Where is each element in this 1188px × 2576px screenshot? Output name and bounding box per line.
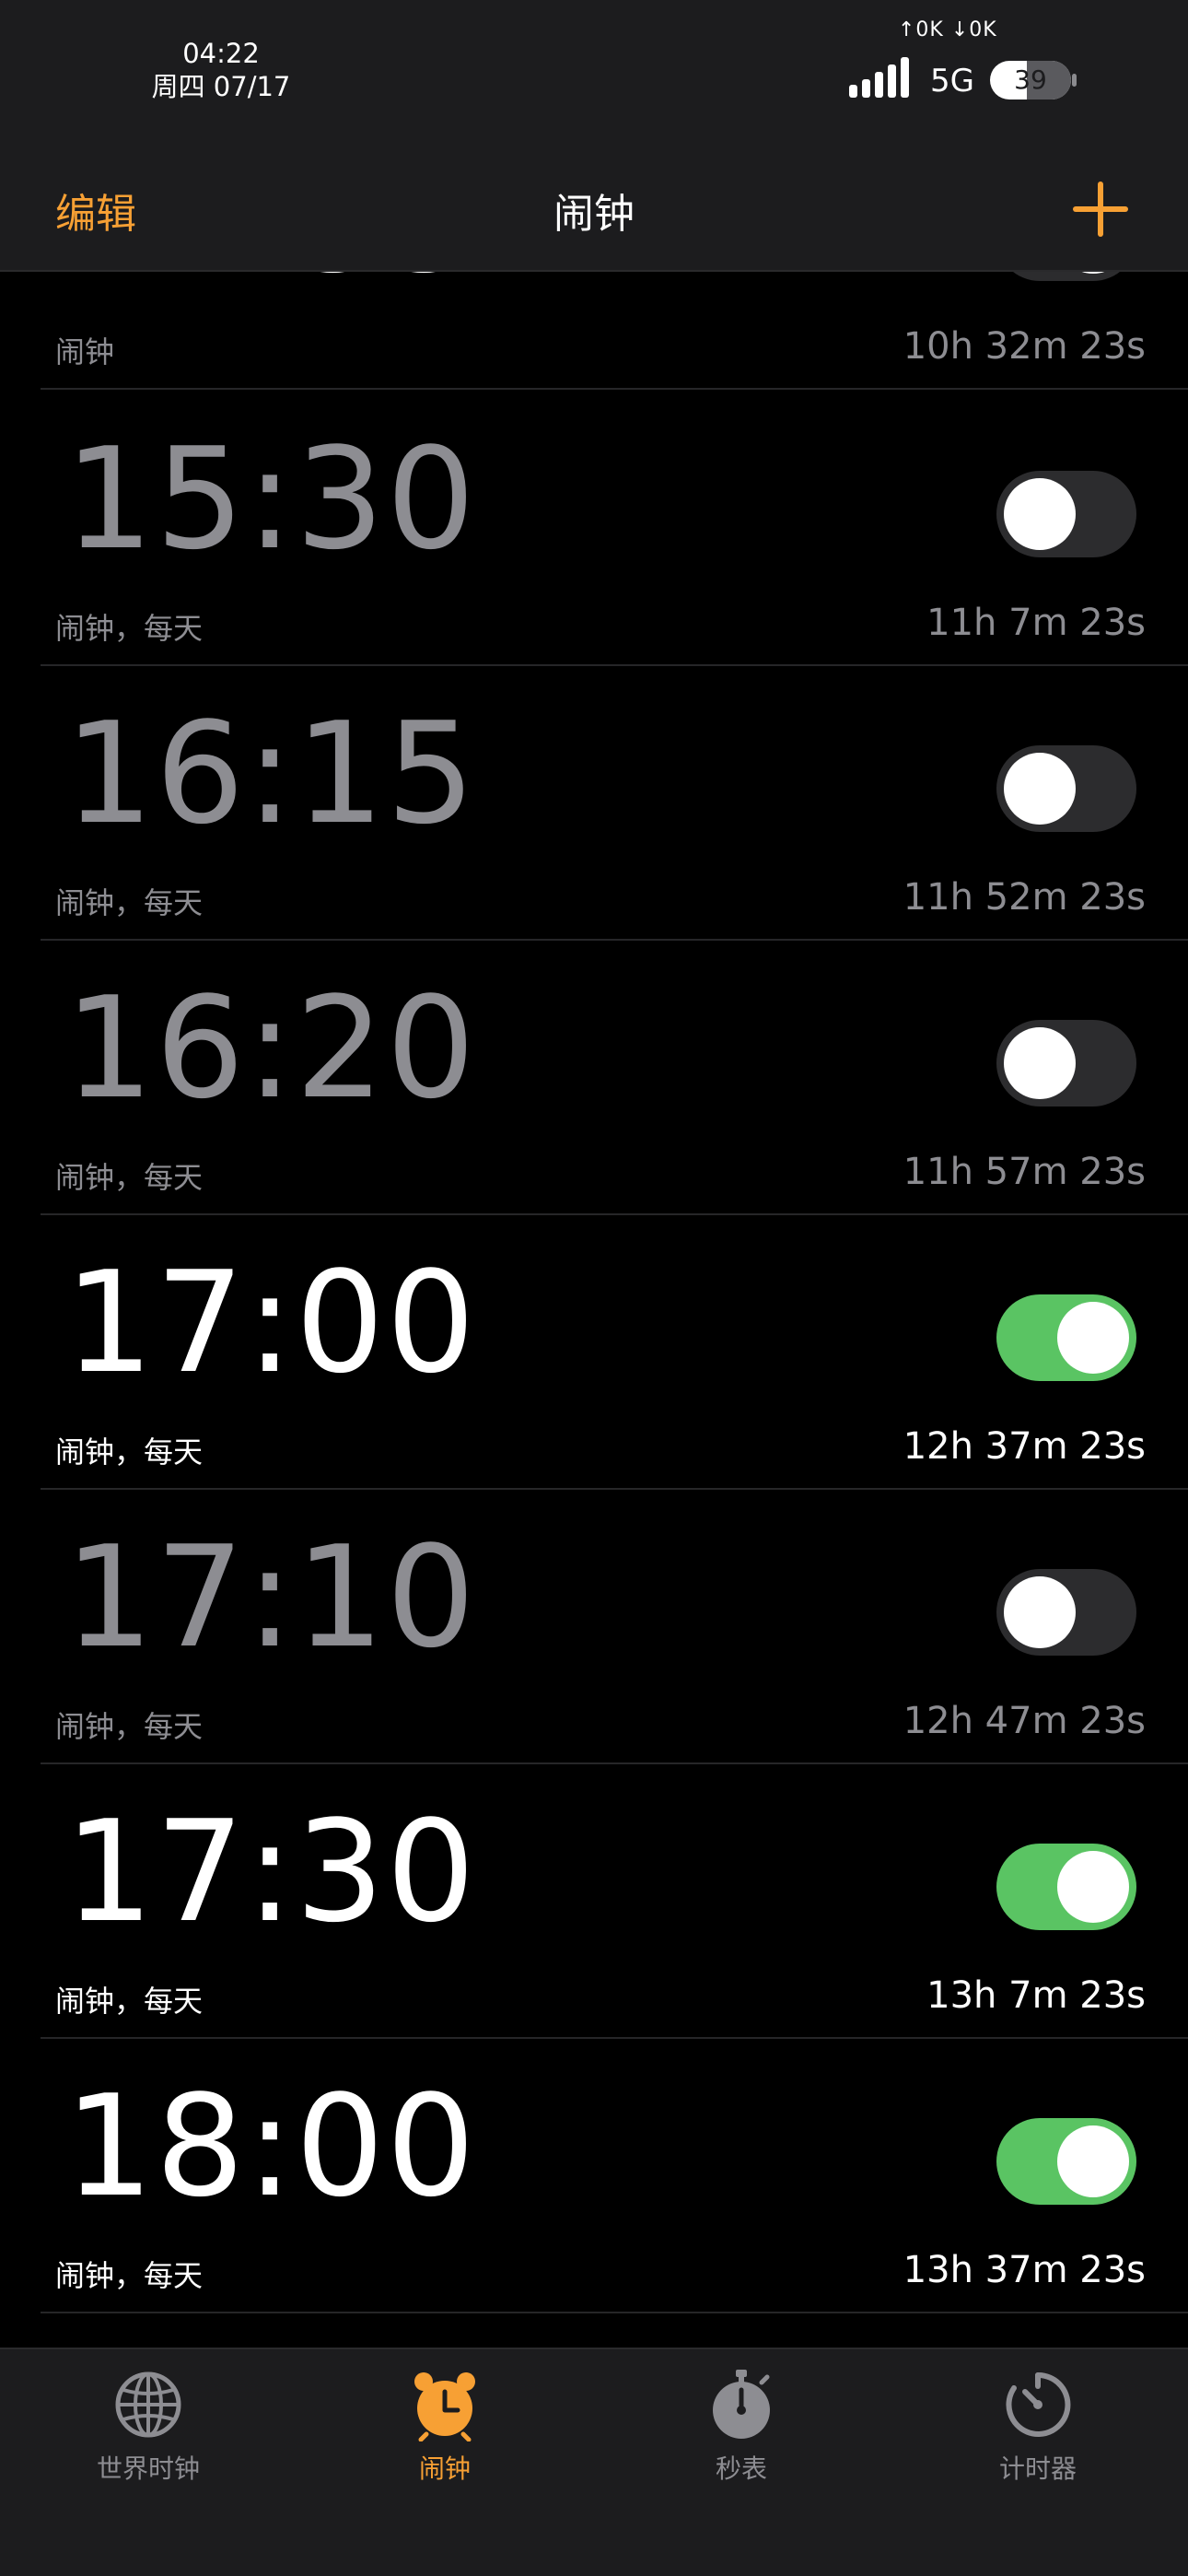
alarm-toggle[interactable] [996, 272, 1136, 281]
tab-bar: 世界时钟 闹钟 秒表 计时器 [0, 2348, 1188, 2576]
alarm-time: 17:30 [64, 1790, 478, 1953]
alarm-clock-icon [414, 2372, 475, 2441]
alarm-label: 闹钟，每天 [55, 1434, 204, 1469]
row-divider [41, 388, 1188, 390]
network-speed: ↑0K ↓0K [898, 18, 997, 41]
alarm-row[interactable]: 17:00 闹钟，每天 12h 37m 23s [0, 1215, 1188, 1490]
tab-label: 秒表 [715, 2453, 767, 2484]
alarm-remaining: 13h 7m 23s [926, 1974, 1146, 2017]
alarm-label: 闹钟，每天 [55, 1984, 204, 2019]
alarm-time: 14:55 [64, 272, 477, 301]
alarm-row[interactable]: 14:55 闹钟 10h 32m 23s [0, 272, 1188, 390]
alarm-row[interactable]: 18:00 闹钟，每天 13h 37m 23s [0, 2039, 1188, 2313]
alarm-row[interactable]: 17:10 闹钟，每天 12h 47m 23s [0, 1490, 1188, 1764]
alarm-row[interactable]: 16:15 闹钟，每天 11h 52m 23s [0, 666, 1188, 941]
alarm-time: 16:15 [64, 692, 478, 855]
network-type: 5G [930, 63, 974, 100]
plus-icon[interactable] [1068, 177, 1133, 241]
globe-icon [115, 2371, 181, 2438]
alarm-remaining: 11h 52m 23s [903, 876, 1146, 919]
tab-label: 世界时钟 [96, 2453, 200, 2484]
alarm-remaining: 11h 7m 23s [926, 602, 1146, 644]
battery-level: 39 [1014, 64, 1047, 95]
battery-icon: 39 [990, 61, 1071, 100]
alarm-row[interactable]: 17:30 闹钟，每天 13h 7m 23s [0, 1764, 1188, 2039]
signal-strength-icon [849, 57, 909, 98]
alarm-toggle[interactable] [996, 1020, 1136, 1107]
status-time: 04:22 [182, 38, 260, 69]
alarm-row[interactable]: 15:30 闹钟，每天 11h 7m 23s [0, 392, 1188, 666]
alarm-time: 17:00 [64, 1241, 478, 1404]
alarm-label: 闹钟，每天 [55, 1160, 204, 1195]
tab-timer[interactable]: 计时器 [890, 2349, 1186, 2576]
alarm-toggle[interactable] [996, 745, 1136, 832]
alarm-time: 18:00 [64, 2065, 478, 2228]
alarm-label: 闹钟 [55, 334, 115, 369]
timer-icon [1006, 2371, 1071, 2437]
alarm-label: 闹钟，每天 [55, 611, 204, 646]
page-title: 闹钟 [553, 191, 635, 238]
row-divider [41, 2312, 1188, 2313]
status-bar: 04:22 周四 07/17 ↑0K ↓0K 5G 39 [0, 0, 1188, 157]
alarm-time: 16:20 [64, 966, 478, 1130]
alarm-row[interactable]: 16:20 闹钟，每天 11h 57m 23s [0, 941, 1188, 1215]
alarm-remaining: 12h 37m 23s [903, 1425, 1146, 1468]
tab-label: 计时器 [998, 2453, 1077, 2484]
tab-label: 闹钟 [418, 2453, 471, 2484]
tab-world-clock[interactable]: 世界时钟 [0, 2349, 297, 2576]
alarm-toggle[interactable] [996, 1844, 1136, 1930]
stopwatch-icon [713, 2370, 770, 2439]
alarm-toggle[interactable] [996, 471, 1136, 557]
alarm-toggle[interactable] [996, 1569, 1136, 1656]
status-date: 周四 07/17 [151, 71, 291, 102]
tab-alarm[interactable]: 闹钟 [297, 2349, 593, 2576]
alarm-toggle[interactable] [996, 1294, 1136, 1381]
tab-stopwatch[interactable]: 秒表 [593, 2349, 890, 2576]
alarm-list[interactable]: 14:55 闹钟 10h 32m 23s 15:30 闹钟，每天 11h 7m … [0, 272, 1188, 2348]
alarm-remaining: 10h 32m 23s [903, 325, 1146, 368]
alarm-remaining: 12h 47m 23s [903, 1700, 1146, 1742]
alarm-time: 15:30 [64, 417, 478, 580]
alarm-label: 闹钟，每天 [55, 885, 204, 920]
alarm-label: 闹钟，每天 [55, 1709, 204, 1744]
alarm-toggle[interactable] [996, 2118, 1136, 2205]
alarm-time: 17:10 [64, 1516, 478, 1679]
clock-app-screen: 04:22 周四 07/17 ↑0K ↓0K 5G 39 编辑 闹钟 14:55… [0, 0, 1188, 2576]
battery-tip [1072, 74, 1077, 87]
alarm-remaining: 13h 37m 23s [903, 2249, 1146, 2291]
alarm-label: 闹钟，每天 [55, 2258, 204, 2293]
alarm-remaining: 11h 57m 23s [903, 1151, 1146, 1193]
